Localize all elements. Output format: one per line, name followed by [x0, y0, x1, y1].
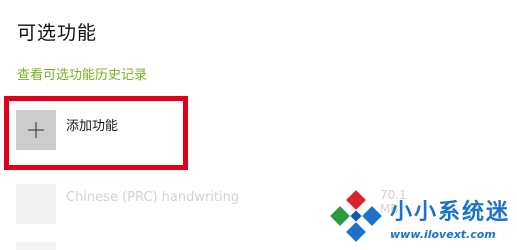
feature-icon: [16, 184, 56, 224]
view-optional-features-history-link[interactable]: 查看可选功能历史记录: [17, 64, 147, 83]
watermark-logo-icon: [330, 190, 382, 242]
feature-name: Chinese (PRC) handwriting: [66, 190, 240, 205]
plus-icon: [28, 122, 44, 138]
feature-icon: [16, 242, 56, 250]
watermark-title: 小小系统迷: [390, 200, 511, 225]
add-feature-label: 添加功能: [66, 119, 119, 134]
page-title: 可选功能: [17, 22, 98, 44]
add-feature-tile: [16, 110, 56, 150]
add-feature-button[interactable]: 添加功能: [16, 106, 176, 156]
watermark-url: www.ilovext.com: [390, 228, 496, 241]
watermark: 小小系统迷 www.ilovext.com: [328, 190, 517, 250]
